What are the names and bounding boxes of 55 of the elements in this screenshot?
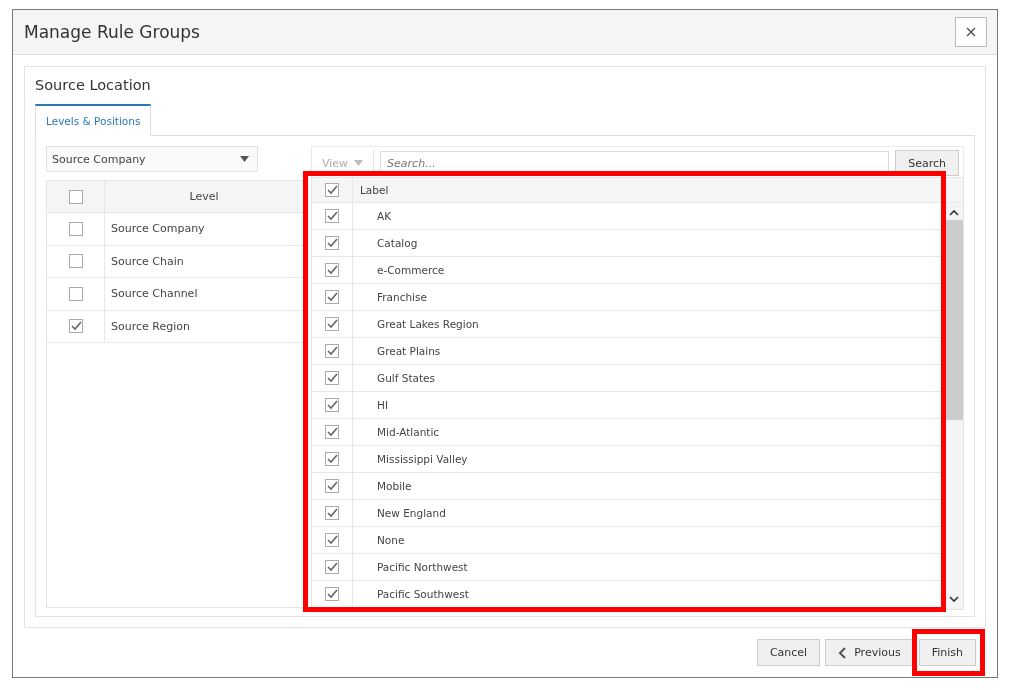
column-header: Level — [188, 189, 220, 205]
window-title: Manage Rule Groups — [24, 22, 200, 42]
chevron-left-icon — [838, 646, 847, 659]
table-cell-text: AK — [376, 209, 393, 224]
table-cell-text: Mobile — [376, 479, 413, 494]
table-cell-text: Great Plains — [376, 344, 442, 359]
table-cell-text: Pacific Northwest — [376, 560, 469, 575]
column-header: Label — [359, 183, 390, 198]
table-cell-text: Source Company — [110, 221, 206, 238]
footer-button[interactable]: Cancel — [756, 639, 821, 666]
table-cell-text: Source Channel — [110, 286, 199, 303]
table-cell-text: Catalog — [376, 236, 419, 251]
checkbox[interactable] — [325, 344, 339, 358]
checkbox[interactable] — [68, 221, 83, 236]
checkbox[interactable] — [325, 479, 339, 493]
table-cell-text: HI — [376, 398, 389, 413]
table-cell-text: Mid-Atlantic — [376, 425, 441, 440]
level-dropdown[interactable]: Source Company — [46, 146, 258, 172]
table-cell-text: Great Lakes Region — [376, 317, 480, 332]
previous-button[interactable]: Previous — [825, 639, 914, 666]
close-icon — [966, 27, 976, 37]
checkbox[interactable] — [325, 533, 339, 547]
caret-icon — [240, 156, 249, 162]
footer-button[interactable]: Finish — [918, 639, 976, 666]
checkbox[interactable] — [325, 506, 339, 520]
scroll-up-icon[interactable] — [949, 209, 959, 216]
table-cell-text: e-Commerce — [376, 263, 446, 278]
checkbox[interactable] — [68, 254, 83, 269]
checkbox[interactable] — [68, 189, 83, 204]
table-cell-text: Source Region — [110, 318, 191, 335]
table-cell-text: New England — [376, 506, 447, 521]
caret-icon — [354, 160, 364, 166]
checkbox[interactable] — [325, 209, 339, 223]
table-cell-text: Source Chain — [110, 253, 185, 270]
checkbox[interactable] — [325, 290, 339, 304]
table-cell-text: Mississippi Valley — [376, 452, 469, 467]
checkbox[interactable] — [325, 587, 339, 601]
checkbox[interactable] — [325, 560, 339, 574]
checkbox[interactable] — [325, 371, 339, 385]
table-cell-text: Gulf States — [376, 371, 436, 386]
checkbox[interactable] — [325, 425, 339, 439]
checkbox[interactable] — [325, 317, 339, 331]
checkbox[interactable] — [68, 286, 83, 301]
checkbox[interactable] — [325, 263, 339, 277]
tab[interactable]: Levels & Positions — [35, 104, 152, 136]
checkbox[interactable] — [325, 183, 339, 197]
table-cell-text: None — [376, 533, 406, 548]
table-cell-text: Pacific Southwest — [376, 587, 470, 602]
checkbox[interactable] — [325, 452, 339, 466]
checkbox[interactable] — [68, 319, 83, 334]
scroll-down-icon[interactable] — [949, 596, 959, 603]
checkbox[interactable] — [325, 398, 339, 412]
section-title: Source Location — [35, 77, 151, 95]
table-cell-text: Franchise — [376, 290, 428, 305]
checkbox[interactable] — [325, 236, 339, 250]
